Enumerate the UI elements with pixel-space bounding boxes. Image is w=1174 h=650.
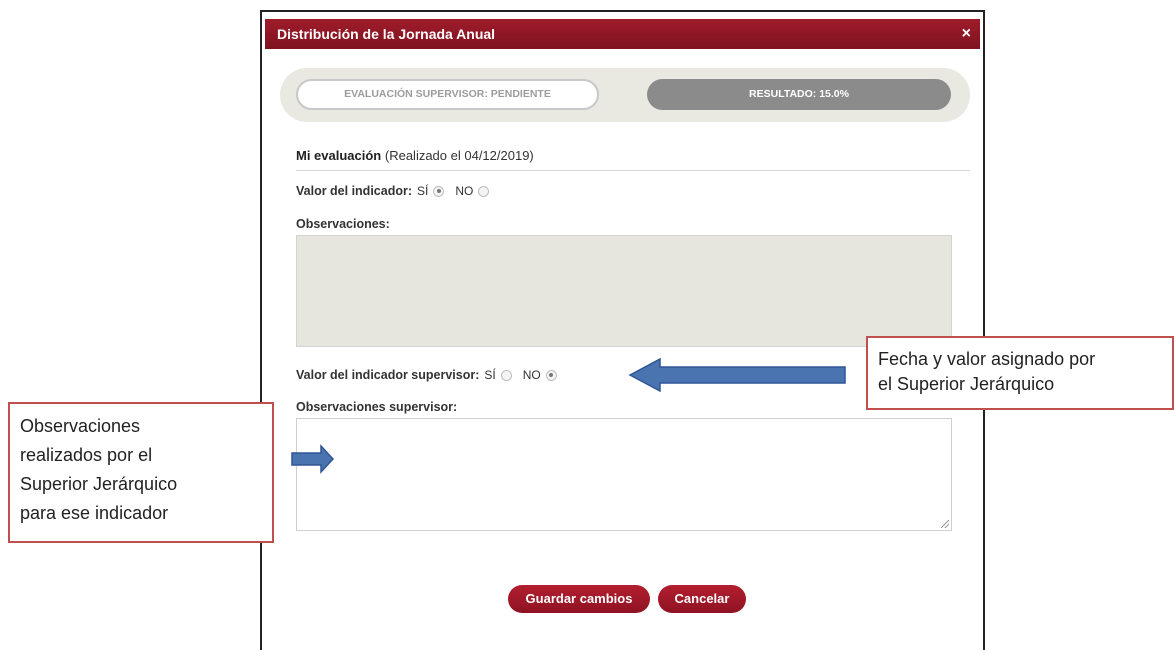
left-pointing-arrow-icon <box>628 357 846 393</box>
right-callout-line2: el Superior Jerárquico <box>878 374 1055 394</box>
left-callout-line2: realizados por el <box>20 445 153 465</box>
right-callout: Fecha y valor asignado por el Superior J… <box>866 336 1174 410</box>
right-pointing-arrow-icon <box>291 444 335 474</box>
right-callout-line1: Fecha y valor asignado por <box>878 349 1096 369</box>
left-callout-line1: Observaciones <box>20 416 141 436</box>
left-callout-line3: Superior Jerárquico <box>20 474 178 494</box>
left-callout: Observaciones realizados por el Superior… <box>8 402 274 543</box>
left-callout-line4: para ese indicador <box>20 503 169 523</box>
